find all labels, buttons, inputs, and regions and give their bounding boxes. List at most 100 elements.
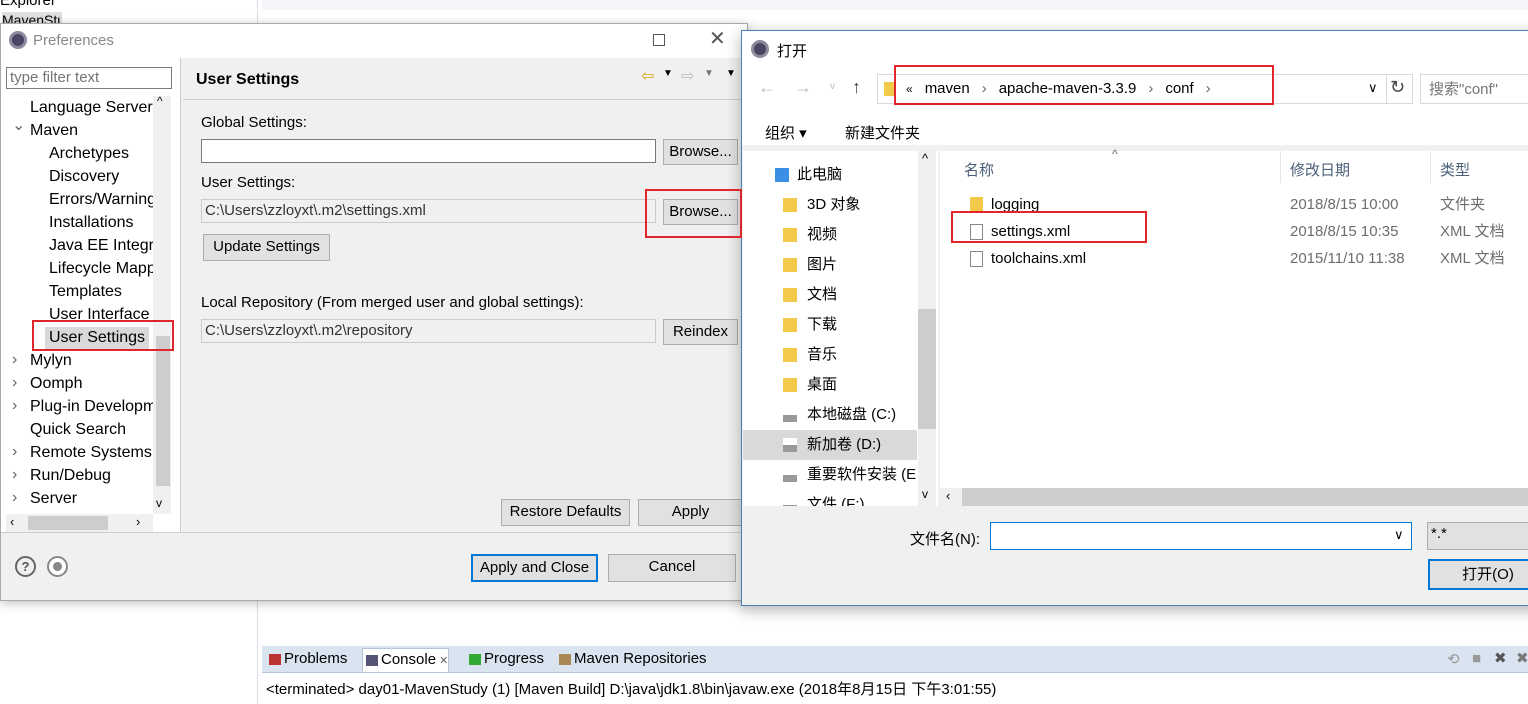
collapsed-arrow-icon[interactable]: ›	[12, 488, 17, 508]
restore-defaults-button[interactable]: Restore Defaults	[501, 499, 630, 526]
tree-item[interactable]: User Interface	[45, 304, 153, 326]
search-input[interactable]	[1420, 74, 1528, 104]
address-dropdown-icon[interactable]: ∨	[1368, 80, 1378, 96]
tree-hscrollbar[interactable]: ‹ ›	[6, 514, 153, 532]
breadcrumb-separator-icon[interactable]: ›	[1206, 80, 1211, 97]
global-settings-field[interactable]	[201, 139, 656, 163]
view-menu-icon[interactable]: ▼	[726, 68, 736, 79]
column-name[interactable]: 名称	[964, 159, 994, 180]
tree-item[interactable]: Archetypes	[45, 143, 133, 165]
tree-item[interactable]: Templates	[45, 281, 126, 303]
console-tab[interactable]: Console ✕	[362, 648, 450, 672]
nav-item[interactable]: 下载	[743, 310, 917, 340]
help-icon[interactable]: ?	[15, 556, 36, 577]
forward-icon[interactable]: →	[794, 77, 812, 98]
breadcrumb-item[interactable]: conf	[1165, 80, 1193, 97]
nav-item[interactable]: 此电脑	[743, 160, 917, 190]
address-bar[interactable]: « maven › apache-maven-3.3.9 › conf › ∨ ↻	[877, 74, 1413, 104]
tree-item[interactable]: Lifecycle Mappings	[45, 258, 153, 280]
filename-dropdown-icon[interactable]: ∨	[1394, 527, 1404, 543]
remove-launch-icon[interactable]: ✖	[1494, 649, 1507, 667]
cancel-button[interactable]: Cancel	[608, 554, 736, 582]
tree-item[interactable]: › Run/Debug	[12, 465, 115, 487]
tree-item[interactable]: Discovery	[45, 166, 123, 188]
tree-item[interactable]: User Settings	[45, 327, 150, 349]
tree-vscrollbar[interactable]: ^ v	[153, 94, 171, 514]
close-tab-icon[interactable]: ✕	[436, 655, 448, 667]
file-row[interactable]: toolchains.xml 2015/11/10 11:38 XML 文档	[940, 246, 1528, 272]
global-browse-button[interactable]: Browse...	[663, 139, 738, 165]
expanded-arrow-icon[interactable]: ⌄	[12, 116, 25, 136]
collapsed-arrow-icon[interactable]: ›	[12, 373, 17, 393]
back-icon[interactable]: ←	[758, 77, 776, 98]
new-folder-button[interactable]: 新建文件夹	[845, 122, 920, 143]
file-type-filter[interactable]: *.*	[1427, 522, 1528, 550]
tree-item[interactable]: › Remote Systems	[12, 442, 153, 464]
file-row[interactable]: logging 2018/8/15 10:00 文件夹	[940, 192, 1528, 218]
tree-item[interactable]: › Server	[12, 488, 81, 510]
nav-item[interactable]: 重要软件安装 (E:)	[743, 460, 917, 490]
nav-item[interactable]: 文档	[743, 280, 917, 310]
collapsed-arrow-icon[interactable]: ›	[12, 396, 17, 416]
close-button[interactable]: ✕	[709, 26, 726, 51]
nav-item[interactable]: 视频	[743, 220, 917, 250]
collapsed-arrow-icon[interactable]: ›	[12, 465, 17, 485]
tree-item[interactable]: Java EE Integration	[45, 235, 153, 257]
explorer-tab[interactable]: Explorer	[0, 0, 56, 9]
breadcrumb-overflow[interactable]: «	[906, 82, 913, 96]
nav-item[interactable]: 桌面	[743, 370, 917, 400]
nav-item[interactable]: 新加卷 (D:)	[743, 430, 917, 460]
column-type[interactable]: 类型	[1440, 159, 1470, 180]
back-arrow-icon[interactable]: ⇦	[641, 66, 654, 86]
tree-item[interactable]: Quick Search	[26, 419, 130, 441]
apply-and-close-button[interactable]: Apply and Close	[471, 554, 598, 582]
column-date[interactable]: 修改日期	[1290, 159, 1350, 180]
tree-item[interactable]: Errors/Warnings	[45, 189, 153, 211]
tree-item[interactable]: › Oomph	[12, 373, 86, 395]
breadcrumb-item[interactable]: apache-maven-3.3.9	[999, 80, 1137, 97]
breadcrumb-separator-icon[interactable]: ›	[1148, 80, 1153, 97]
nav-item[interactable]: 音乐	[743, 340, 917, 370]
file-row[interactable]: settings.xml 2018/8/15 10:35 XML 文档	[940, 219, 1528, 245]
filename-input[interactable]	[990, 522, 1412, 550]
update-settings-button[interactable]: Update Settings	[203, 234, 330, 261]
breadcrumb-separator-icon[interactable]: ›	[982, 80, 987, 97]
tree-item[interactable]: ⌄ Maven	[12, 117, 82, 142]
nav-item[interactable]: 3D 对象	[743, 190, 917, 220]
reindex-button[interactable]: Reindex	[663, 319, 738, 345]
open-button[interactable]: 打开(O)	[1428, 559, 1528, 590]
import-export-icon[interactable]	[47, 556, 68, 577]
forward-menu-icon[interactable]: ▼	[704, 68, 714, 79]
nav-item[interactable]: 文件 (F:)	[743, 490, 917, 506]
tree-item[interactable]: › Plug-in Development	[12, 396, 153, 418]
nav-scrollbar[interactable]: ^ v	[918, 151, 936, 506]
console-tab[interactable]: Progress	[466, 648, 544, 672]
filter-input[interactable]	[6, 67, 172, 89]
user-settings-field[interactable]: C:\Users\zzloyxt\.m2\settings.xml	[201, 199, 656, 223]
terminate-icon[interactable]: ■	[1472, 650, 1481, 667]
video-folder-icon	[783, 228, 797, 242]
maximize-button[interactable]	[653, 34, 665, 46]
apply-button[interactable]: Apply	[638, 499, 743, 526]
collapsed-arrow-icon[interactable]: ›	[12, 350, 17, 370]
breadcrumb-item[interactable]: maven	[925, 80, 970, 97]
tree-item[interactable]: › Mylyn	[12, 350, 76, 372]
nav-item-label: 桌面	[807, 376, 838, 393]
collapsed-arrow-icon[interactable]: ›	[12, 442, 17, 462]
up-icon[interactable]: ↑	[852, 77, 861, 98]
back-menu-icon[interactable]: ▼	[663, 68, 673, 79]
organize-menu[interactable]: 组织 ▾	[765, 122, 807, 143]
pin-icon[interactable]: ⟲	[1447, 650, 1460, 668]
file-hscrollbar[interactable]: ‹	[940, 488, 1528, 506]
console-tab[interactable]: Maven Repositories	[556, 648, 707, 672]
forward-arrow-icon[interactable]: ⇨	[681, 66, 694, 86]
user-browse-button[interactable]: Browse...	[663, 199, 738, 225]
refresh-icon[interactable]: ↻	[1390, 77, 1405, 98]
tree-item[interactable]: Language Server	[26, 97, 153, 119]
tree-item[interactable]: Installations	[45, 212, 138, 234]
nav-item[interactable]: 图片	[743, 250, 917, 280]
console-tab[interactable]: Problems	[266, 648, 347, 672]
recent-icon[interactable]: v	[830, 81, 835, 92]
remove-all-icon[interactable]: ✖	[1516, 649, 1528, 667]
nav-item[interactable]: 本地磁盘 (C:)	[743, 400, 917, 430]
